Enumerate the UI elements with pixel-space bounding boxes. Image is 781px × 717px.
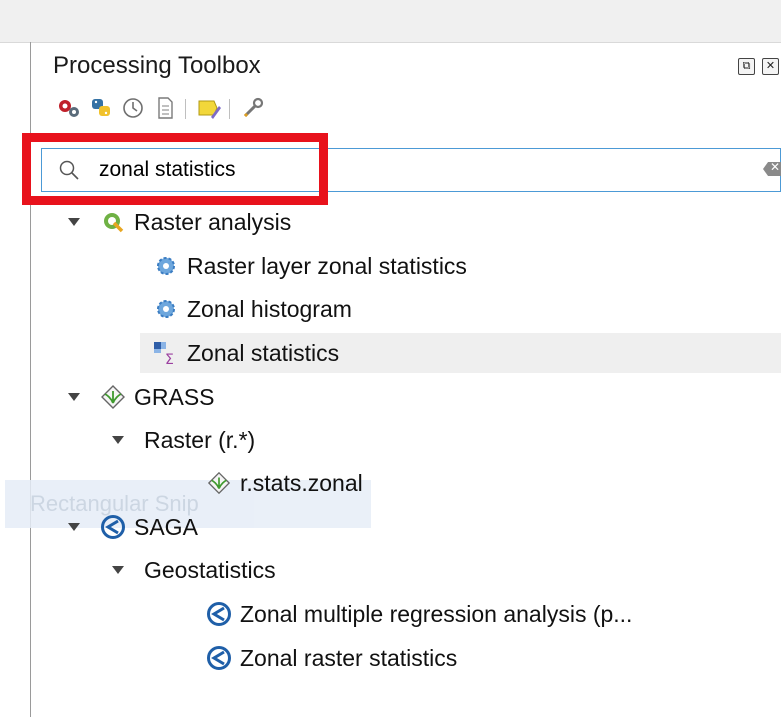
float-panel-button[interactable]: ⧉ xyxy=(738,58,755,75)
qgis-icon xyxy=(100,209,126,235)
search-icon xyxy=(58,159,80,181)
results-viewer-icon[interactable] xyxy=(151,94,179,122)
history-icon[interactable] xyxy=(119,94,147,122)
search-input[interactable] xyxy=(99,155,699,185)
toolbar-separator xyxy=(185,99,186,119)
clear-search-icon[interactable]: ✕ xyxy=(763,162,781,176)
tree-subgroup-geostatistics[interactable]: Geostatistics xyxy=(110,550,276,590)
tree-item-r-stats-zonal[interactable]: r.stats.zonal xyxy=(206,463,363,503)
tree-item-label: Zonal raster statistics xyxy=(240,644,458,671)
tree-item-label: Zonal statistics xyxy=(187,339,340,366)
tree-item-label: r.stats.zonal xyxy=(240,469,363,496)
saga-icon xyxy=(100,514,126,540)
tree-group-saga[interactable]: SAGA xyxy=(66,507,198,547)
top-bar xyxy=(0,0,781,43)
tree-subgroup-label: Raster (r.*) xyxy=(144,426,256,453)
gear-icon xyxy=(153,253,179,279)
tree-item-raster-layer-zonal-statistics[interactable]: Raster layer zonal statistics xyxy=(153,246,467,286)
models-icon[interactable] xyxy=(55,94,83,122)
python-scripts-icon[interactable] xyxy=(87,94,115,122)
tree-item-zonal-multiple-regression[interactable]: Zonal multiple regression analysis (p... xyxy=(206,594,632,634)
tree-group-grass[interactable]: GRASS xyxy=(66,377,215,417)
edit-features-in-place-icon[interactable] xyxy=(195,94,223,122)
panel-title: Processing Toolbox xyxy=(53,52,261,79)
tree-item-zonal-statistics[interactable]: Σ Zonal statistics xyxy=(140,333,781,373)
close-panel-button[interactable]: ✕ xyxy=(762,58,779,75)
expand-arrow-icon[interactable] xyxy=(66,523,82,531)
tree-group-label: SAGA xyxy=(134,513,198,540)
expand-arrow-icon[interactable] xyxy=(110,436,126,444)
tree-item-label: Raster layer zonal statistics xyxy=(187,252,467,279)
search-box[interactable]: ✕ xyxy=(41,148,781,192)
tree-group-label: Raster analysis xyxy=(134,208,292,235)
tree-item-label: Zonal multiple regression analysis (p... xyxy=(240,600,633,627)
saga-icon xyxy=(206,645,232,671)
toolbar-separator xyxy=(229,99,230,119)
svg-text:Σ: Σ xyxy=(165,352,174,366)
tree-subgroup-label: Geostatistics xyxy=(144,556,276,583)
grass-icon xyxy=(206,470,232,496)
zonal-statistics-icon: Σ xyxy=(153,340,179,366)
expand-arrow-icon[interactable] xyxy=(110,566,126,574)
expand-arrow-icon[interactable] xyxy=(66,218,82,226)
tree-group-raster-analysis[interactable]: Raster analysis xyxy=(66,202,291,242)
tree-item-zonal-histogram[interactable]: Zonal histogram xyxy=(153,289,352,329)
grass-icon xyxy=(100,384,126,410)
tree-item-zonal-raster-statistics[interactable]: Zonal raster statistics xyxy=(206,638,457,678)
options-icon[interactable] xyxy=(239,94,267,122)
saga-icon xyxy=(206,601,232,627)
tree-group-label: GRASS xyxy=(134,383,215,410)
expand-arrow-icon[interactable] xyxy=(66,393,82,401)
tree-item-label: Zonal histogram xyxy=(187,295,352,322)
tree-subgroup-raster-r[interactable]: Raster (r.*) xyxy=(110,420,255,460)
gear-icon xyxy=(153,296,179,322)
